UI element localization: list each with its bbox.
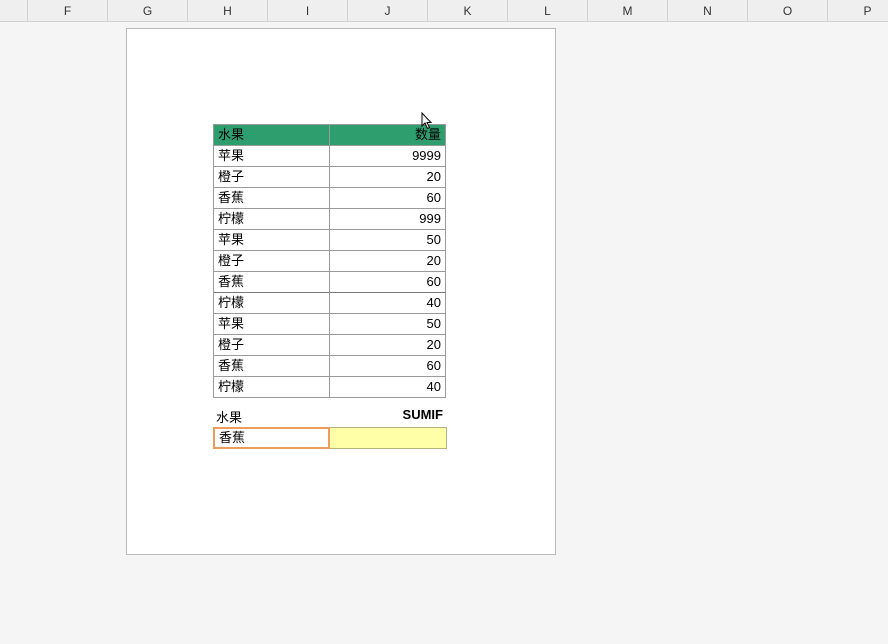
cell-fruit[interactable]: 苹果: [214, 146, 330, 167]
cell-qty[interactable]: 60: [330, 272, 447, 293]
sumif-result-cell[interactable]: [330, 427, 447, 449]
label-sumif[interactable]: SUMIF: [403, 407, 443, 422]
worksheet-area[interactable]: 水果 数量 苹果 9999 橙子 20 香蕉 60 柠檬 999 苹果 50: [0, 22, 888, 644]
cell-fruit[interactable]: 橙子: [214, 251, 330, 272]
table-row: 香蕉 60: [214, 272, 446, 293]
column-header-J[interactable]: J: [348, 0, 428, 21]
cell-qty[interactable]: 40: [330, 293, 447, 314]
cell-fruit[interactable]: 柠檬: [214, 293, 330, 314]
cell-qty[interactable]: 20: [330, 335, 447, 356]
sumif-input-row: 香蕉: [213, 427, 447, 449]
cell-fruit[interactable]: 香蕉: [214, 356, 330, 377]
cursor-icon: [421, 112, 434, 130]
cell-fruit[interactable]: 苹果: [214, 230, 330, 251]
cell-qty[interactable]: 9999: [330, 146, 447, 167]
column-header-M[interactable]: M: [588, 0, 668, 21]
column-header-H[interactable]: H: [188, 0, 268, 21]
column-header-band: F G H I J K L M N O P: [0, 0, 888, 22]
column-header-I[interactable]: I: [268, 0, 348, 21]
column-header-L[interactable]: L: [508, 0, 588, 21]
cell-qty[interactable]: 40: [330, 377, 447, 398]
cell-fruit[interactable]: 橙子: [214, 335, 330, 356]
cell-fruit[interactable]: 香蕉: [214, 188, 330, 209]
column-header-G[interactable]: G: [108, 0, 188, 21]
cell-qty[interactable]: 20: [330, 251, 447, 272]
table-row: 柠檬 999: [214, 209, 446, 230]
cell-qty[interactable]: 50: [330, 314, 447, 335]
table-row: 苹果 50: [214, 314, 446, 335]
cell-fruit[interactable]: 柠檬: [214, 377, 330, 398]
cell-fruit[interactable]: 柠檬: [214, 209, 330, 230]
column-header-O[interactable]: O: [748, 0, 828, 21]
table-row: 柠檬 40: [214, 293, 446, 314]
cell-fruit[interactable]: 香蕉: [214, 272, 330, 293]
data-table: 水果 数量 苹果 9999 橙子 20 香蕉 60 柠檬 999 苹果 50: [213, 124, 446, 398]
cell-qty[interactable]: 20: [330, 167, 447, 188]
column-header-N[interactable]: N: [668, 0, 748, 21]
label-fruit[interactable]: 水果: [216, 407, 242, 426]
table-row: 苹果 50: [214, 230, 446, 251]
column-header-F[interactable]: F: [28, 0, 108, 21]
column-header-pad: [0, 0, 28, 21]
table-row: 橙子 20: [214, 335, 446, 356]
cell-qty[interactable]: 999: [330, 209, 447, 230]
table-row: 香蕉 60: [214, 188, 446, 209]
table-row: 柠檬 40: [214, 377, 446, 398]
cell-fruit[interactable]: 苹果: [214, 314, 330, 335]
print-page-area: 水果 数量 苹果 9999 橙子 20 香蕉 60 柠檬 999 苹果 50: [126, 28, 556, 555]
cell-fruit[interactable]: 橙子: [214, 167, 330, 188]
column-header-K[interactable]: K: [428, 0, 508, 21]
table-header-row: 水果 数量: [214, 125, 446, 146]
table-row: 香蕉 60: [214, 356, 446, 377]
fruit-input-cell[interactable]: 香蕉: [213, 427, 330, 449]
cell-qty[interactable]: 60: [330, 356, 447, 377]
table-row: 橙子 20: [214, 167, 446, 188]
table-row: 苹果 9999: [214, 146, 446, 167]
cell-qty[interactable]: 60: [330, 188, 447, 209]
table-row: 橙子 20: [214, 251, 446, 272]
table-header-fruit[interactable]: 水果: [214, 125, 330, 146]
cell-qty[interactable]: 50: [330, 230, 447, 251]
column-header-P[interactable]: P: [828, 0, 888, 21]
